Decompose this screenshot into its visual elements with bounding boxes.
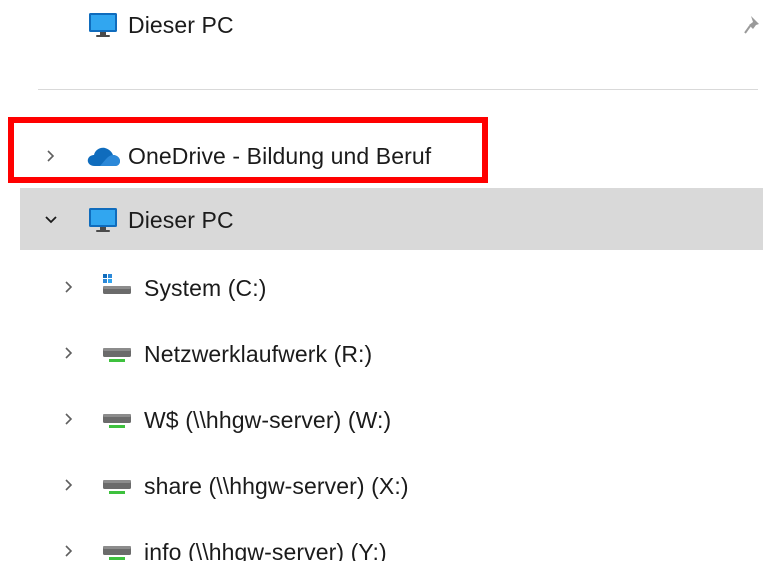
section-divider: [38, 89, 758, 90]
tree-item-label: Netzwerklaufwerk (R:): [144, 341, 373, 367]
tree-item-drive-x[interactable]: share (\\hhgw-server) (X:): [0, 460, 763, 510]
tree-item-label: W$ (\\hhgw-server) (W:): [144, 407, 392, 433]
file-explorer-navigation-pane: Dieser PC OneDrive - Bildung und Beruf D…: [0, 0, 763, 561]
tree-item-label: share (\\hhgw-server) (X:): [144, 473, 409, 499]
chevron-right-icon[interactable]: [58, 474, 80, 496]
monitor-icon: [86, 205, 120, 235]
network-drive-icon: [100, 405, 134, 433]
chevron-right-icon[interactable]: [58, 408, 80, 430]
monitor-icon: [86, 10, 120, 40]
network-drive-icon: [100, 471, 134, 499]
tree-item-label: Dieser PC: [128, 207, 234, 233]
chevron-right-icon[interactable]: [58, 540, 80, 561]
quick-access-item-label: Dieser PC: [128, 12, 234, 38]
network-drive-icon: [100, 339, 134, 367]
system-drive-icon: [100, 272, 134, 300]
tree-item-drive-c[interactable]: System (C:): [0, 262, 763, 312]
network-drive-icon: [100, 537, 134, 561]
annotation-highlight-box: [8, 117, 488, 183]
tree-item-this-pc[interactable]: Dieser PC: [0, 195, 763, 245]
tree-item-drive-r[interactable]: Netzwerklaufwerk (R:): [0, 328, 763, 378]
chevron-right-icon[interactable]: [58, 276, 80, 298]
quick-access-item-this-pc[interactable]: Dieser PC: [0, 0, 763, 50]
tree-item-drive-w[interactable]: W$ (\\hhgw-server) (W:): [0, 394, 763, 444]
chevron-right-icon[interactable]: [58, 342, 80, 364]
tree-item-label: System (C:): [144, 275, 267, 301]
chevron-down-icon[interactable]: [40, 209, 62, 231]
pin-icon[interactable]: [744, 14, 763, 36]
tree-item-drive-y[interactable]: info (\\hhgw-server) (Y:): [0, 526, 763, 561]
tree-item-label: info (\\hhgw-server) (Y:): [144, 539, 387, 561]
